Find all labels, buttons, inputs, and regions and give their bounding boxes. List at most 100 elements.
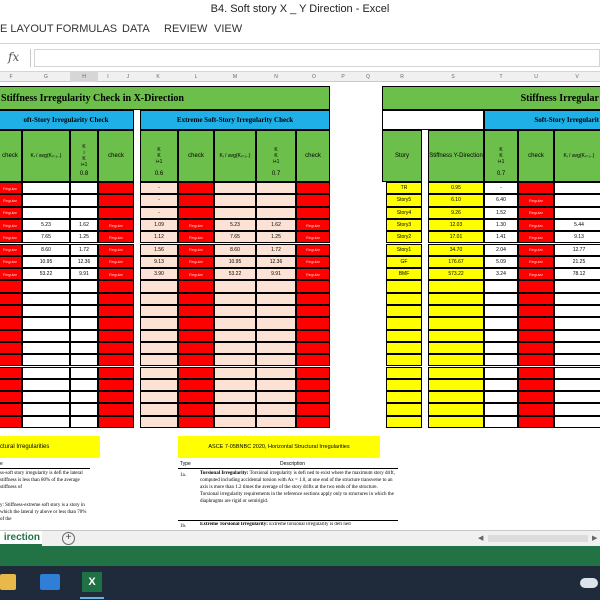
y-kratio-cell[interactable] — [484, 341, 518, 355]
y-kratio-cell[interactable]: 1.41 — [484, 231, 518, 244]
x-ext-kratio2-cell[interactable] — [256, 206, 296, 219]
y-story-cell[interactable]: Story3 — [386, 218, 422, 232]
y-check-cell[interactable]: Regular — [518, 268, 554, 281]
col-header[interactable]: J — [118, 72, 138, 82]
x-check4-cell[interactable] — [296, 305, 330, 318]
x-check2-cell[interactable] — [98, 341, 134, 355]
x-check2-cell[interactable] — [98, 378, 134, 392]
x-check3-cell[interactable] — [178, 317, 214, 330]
x-check3-cell[interactable]: Regular — [178, 255, 214, 269]
y-kratio-cell[interactable] — [484, 415, 518, 428]
x-ext-kratio-cell[interactable] — [140, 341, 178, 355]
x-check4-cell[interactable] — [296, 366, 330, 379]
x-ext-avg-cell[interactable]: 10.95 — [214, 255, 256, 269]
y-stiffness-cell[interactable]: 176.67 — [428, 255, 484, 269]
x-avg-cell[interactable] — [22, 206, 70, 219]
x-ext-avg-cell[interactable] — [214, 280, 256, 293]
y-story-cell[interactable] — [386, 329, 422, 342]
x-check2-cell[interactable] — [98, 194, 134, 207]
y-check-cell[interactable]: Regular — [518, 218, 554, 232]
x-check-cell[interactable] — [0, 341, 22, 355]
x-avg-cell[interactable]: 53.22 — [22, 268, 70, 281]
y-kratio-cell[interactable]: 2.04 — [484, 243, 518, 256]
y-check-cell[interactable]: Regular — [518, 243, 554, 256]
y-check-cell[interactable] — [518, 317, 554, 330]
x-ext-kratio-cell[interactable] — [140, 292, 178, 305]
y-stiffness-cell[interactable] — [428, 341, 484, 355]
col-header[interactable]: H — [70, 72, 98, 82]
x-kratio-cell[interactable]: 1.62 — [70, 218, 98, 232]
x-check2-cell[interactable] — [98, 415, 134, 428]
y-story-cell[interactable]: Story1 — [386, 243, 422, 256]
col-header[interactable]: U — [518, 72, 554, 82]
x-ext-kratio2-cell[interactable]: 1.62 — [256, 218, 296, 232]
x-check4-cell[interactable] — [296, 194, 330, 207]
x-check4-cell[interactable] — [296, 206, 330, 219]
x-ext-avg-cell[interactable] — [214, 403, 256, 416]
x-avg-cell[interactable]: 10.95 — [22, 255, 70, 269]
x-avg-cell[interactable] — [22, 317, 70, 330]
x-ext-avg-cell[interactable] — [214, 415, 256, 428]
y-stiffness-cell[interactable] — [428, 280, 484, 293]
x-check3-cell[interactable] — [178, 292, 214, 305]
x-check3-cell[interactable] — [178, 378, 214, 392]
x-ext-avg-cell[interactable] — [214, 182, 256, 195]
y-story-cell[interactable]: TR — [386, 182, 422, 195]
x-check-cell[interactable] — [0, 280, 22, 293]
x-ext-kratio2-cell[interactable] — [256, 354, 296, 367]
onedrive-cloud-icon[interactable] — [580, 578, 598, 588]
y-stiffness-cell[interactable] — [428, 403, 484, 416]
x-kratio-cell[interactable] — [70, 341, 98, 355]
x-ext-kratio2-cell[interactable] — [256, 182, 296, 195]
y-check-cell[interactable] — [518, 366, 554, 379]
x-check-cell[interactable]: Regular — [0, 218, 22, 232]
y-story-cell[interactable]: BMF — [386, 268, 422, 281]
x-avg-cell[interactable] — [22, 280, 70, 293]
y-kratio-cell[interactable] — [484, 378, 518, 392]
y-story-cell[interactable]: GF — [386, 255, 422, 269]
col-header[interactable]: S — [422, 72, 484, 82]
x-check3-cell[interactable] — [178, 206, 214, 219]
y-check-cell[interactable]: Regular — [518, 206, 554, 219]
x-kratio-cell[interactable] — [70, 317, 98, 330]
x-check3-cell[interactable]: Regular — [178, 268, 214, 281]
col-header[interactable]: L — [178, 72, 214, 82]
x-check3-cell[interactable]: Regular — [178, 231, 214, 244]
y-avg-cell[interactable]: 12.77 — [554, 243, 600, 256]
x-check2-cell[interactable] — [98, 354, 134, 367]
y-avg-cell[interactable] — [554, 341, 600, 355]
x-ext-kratio-cell[interactable] — [140, 305, 178, 318]
y-kratio-cell[interactable]: 1.30 — [484, 218, 518, 232]
x-check-cell[interactable] — [0, 292, 22, 305]
x-check2-cell[interactable]: Regular — [98, 218, 134, 232]
x-check4-cell[interactable] — [296, 415, 330, 428]
x-ext-avg-cell[interactable] — [214, 305, 256, 318]
y-stiffness-cell[interactable]: 573.22 — [428, 268, 484, 281]
x-check2-cell[interactable] — [98, 391, 134, 404]
y-stiffness-cell[interactable]: 9.26 — [428, 206, 484, 219]
col-header[interactable]: V — [554, 72, 600, 82]
y-kratio-cell[interactable] — [484, 366, 518, 379]
x-kratio-cell[interactable] — [70, 415, 98, 428]
x-check-cell[interactable]: Regular — [0, 255, 22, 269]
y-stiffness-cell[interactable] — [428, 292, 484, 305]
sheet-tab-active[interactable]: irection — [0, 531, 42, 546]
x-kratio-cell[interactable] — [70, 329, 98, 342]
x-check-cell[interactable]: Regular — [0, 231, 22, 244]
x-avg-cell[interactable] — [22, 354, 70, 367]
x-avg-cell[interactable] — [22, 329, 70, 342]
x-ext-avg-cell[interactable] — [214, 366, 256, 379]
x-check3-cell[interactable] — [178, 194, 214, 207]
tab-page-layout[interactable]: E LAYOUT — [0, 22, 54, 36]
y-avg-cell[interactable] — [554, 391, 600, 404]
x-check4-cell[interactable] — [296, 403, 330, 416]
x-kratio-cell[interactable] — [70, 391, 98, 404]
y-stiffness-cell[interactable] — [428, 366, 484, 379]
x-ext-kratio2-cell[interactable] — [256, 317, 296, 330]
x-avg-cell[interactable] — [22, 415, 70, 428]
x-check4-cell[interactable] — [296, 391, 330, 404]
x-check4-cell[interactable] — [296, 378, 330, 392]
x-check3-cell[interactable]: Regular — [178, 243, 214, 256]
x-check4-cell[interactable] — [296, 280, 330, 293]
x-check2-cell[interactable] — [98, 280, 134, 293]
